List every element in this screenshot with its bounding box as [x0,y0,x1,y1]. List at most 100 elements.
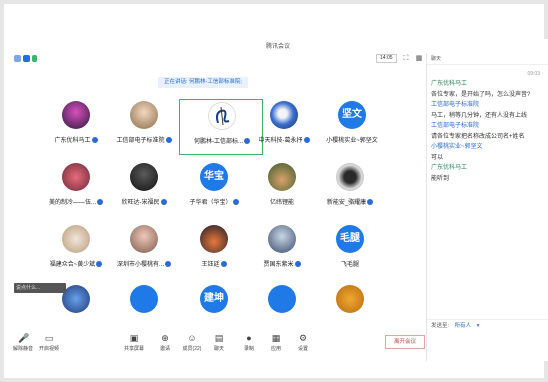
avatar [200,225,228,253]
mic-icon [165,137,172,143]
mic-icon [232,199,239,205]
members-icon: ☺ [187,333,197,343]
chat-header: 聊天 [427,53,548,65]
chat-message: 能听到 [431,175,450,182]
participant-name: 福建众合~黄少斌 [49,262,96,268]
participant-name: 亿纬锂能 [269,200,294,206]
top-toolbar: 14:05 ⛶ ▦ [8,53,426,65]
participant-name: 飞毛腿 [340,262,359,268]
invite-button[interactable]: ⊕ 邀请 [154,333,176,352]
participant-name: 中天科技-葛永抒 [258,138,303,144]
shield-icon[interactable] [23,55,30,62]
avatar: 华宝 [200,163,228,191]
camera-icon: ▭ [44,333,54,343]
send-to-label: 发送至: [431,323,450,329]
avatar [268,285,296,313]
info-icon[interactable] [14,55,21,62]
chat-title: 聊天 [431,56,442,62]
participant-name: 美的制冷——伍... [48,200,96,206]
avatar [208,102,236,130]
participant-name: 王钰廷 [201,262,220,268]
participant-name: 子华君（华宝） [189,200,232,206]
chevron-down-icon[interactable]: ▾ [477,323,480,329]
mic-icon [160,199,167,205]
apps-button[interactable]: ▦ 应用 [265,333,287,352]
avatar [336,285,364,313]
title-bar: 腾讯会议 [8,39,548,53]
participant-tile[interactable] [308,283,392,323]
chat-message: 可以 [431,154,444,161]
screenshot-frame: 腾讯会议 14:05 ⛶ ▦ 正在讲话: 何鹏林-工信部标准院; 广东优科马工 … [0,0,548,382]
participant-tile[interactable]: 新能安_骆耀康 [308,161,392,217]
video-button[interactable]: ▭ 开启视频 [38,333,60,352]
avatar [336,163,364,191]
participant-name: 新能安_骆耀康 [326,200,367,206]
bottom-toolbar: 🎤 解除静音 ▭ 开启视频 ▣ 共享屏幕 ⊕ 邀请 ☺ 成员(22) ▤ 聊天 … [8,329,426,361]
mic-icon [367,199,374,205]
chat-icon: ▤ [214,333,224,343]
participant-name: 小樱桃实业~郭坚文 [326,138,378,144]
layout-icon[interactable]: ▦ [415,55,423,63]
gear-icon: ⚙ [298,333,308,343]
avatar [62,101,90,129]
mic-icon [294,261,301,267]
signal-icon[interactable] [32,55,37,62]
avatar [270,101,298,129]
avatar [130,163,158,191]
chat-sender: 工信部电子标准院 [431,102,480,108]
meeting-timer: 14:05 [376,54,397,63]
members-button[interactable]: ☺ 成员(22) [181,333,203,352]
speaking-indicator: 正在讲话: 何鹏林-工信部标准院; [158,77,248,88]
avatar [62,163,90,191]
window-title: 腾讯会议 [265,44,290,50]
avatar [130,225,158,253]
settings-button[interactable]: ⚙ 设置 [292,333,314,352]
participant-tile[interactable]: 工信部电子标准院 [102,99,186,155]
record-button[interactable]: ● 录制 [238,333,260,352]
record-icon: ● [246,333,252,343]
apps-icon: ▦ [271,333,281,343]
meeting-window: 腾讯会议 14:05 ⛶ ▦ 正在讲话: 何鹏林-工信部标准院; 广东优科马工 … [8,39,548,361]
participant-tile[interactable]: 坚文 小樱桃实业~郭坚文 [310,99,394,155]
participant-name: 贾国东紫米 [263,262,294,268]
fullscreen-icon[interactable]: ⛶ [402,55,410,63]
participant-name: 广东优科马工 [54,138,91,144]
leave-meeting-button[interactable]: 离开会议 [385,335,425,349]
chat-button[interactable]: ▤ 聊天 [208,333,230,352]
mic-icon [91,137,98,143]
share-screen-icon: ▣ [129,333,139,343]
microphone-icon: 🎤 [18,333,30,343]
avatar: 坚文 [338,101,366,129]
send-to-dropdown[interactable]: 所有人 [455,323,472,329]
share-screen-button[interactable]: ▣ 共享屏幕 [123,333,145,352]
chat-panel: 聊天 09:03 广东优科马工 各位专家，是开始了吗，怎么没声音? 工信部电子标… [426,53,548,361]
chat-message-list: 广东优科马工 各位专家，是开始了吗，怎么没声音? 工信部电子标准院 马工，稍等几… [427,77,548,186]
participant-tile[interactable]: 毛腿 飞毛腿 [308,223,392,279]
avatar [62,285,90,313]
invite-icon: ⊕ [161,333,169,343]
avatar: 毛腿 [336,225,364,253]
participant-name: 欣旺达-宋福民 [121,200,160,206]
logo-icon [216,106,230,126]
chat-message: 马工，稍等几分钟，还有人没有上线 [431,112,528,119]
avatar [268,225,296,253]
chat-sender: 工信部电子标准院 [431,123,480,129]
chat-sender: 小樱桃实业~郭坚文 [431,144,483,150]
avatar: 建坤 [200,285,228,313]
avatar [62,225,90,253]
avatar [130,101,158,129]
participant-name: 工信部电子标准院 [116,138,165,144]
avatar [130,285,158,313]
mic-icon [165,261,171,267]
mic-icon [303,137,310,143]
chat-sender: 广东优科马工 [431,165,468,171]
self-video-bar[interactable]: 说点什么... [14,283,66,293]
chat-sender: 广东优科马工 [431,81,468,87]
mute-button[interactable]: 🎤 解除静音 [12,333,34,352]
participant-name: 深圳市小樱桃有... [116,262,164,268]
participant-name: 何鹏林-工信部标... [194,139,243,145]
chat-message: 各位专家，是开始了吗，怎么没声音? [431,91,531,98]
chat-message: 请各位专家把名称改成公司名+姓名 [431,133,525,140]
avatar [268,163,296,191]
mic-icon [220,261,227,267]
